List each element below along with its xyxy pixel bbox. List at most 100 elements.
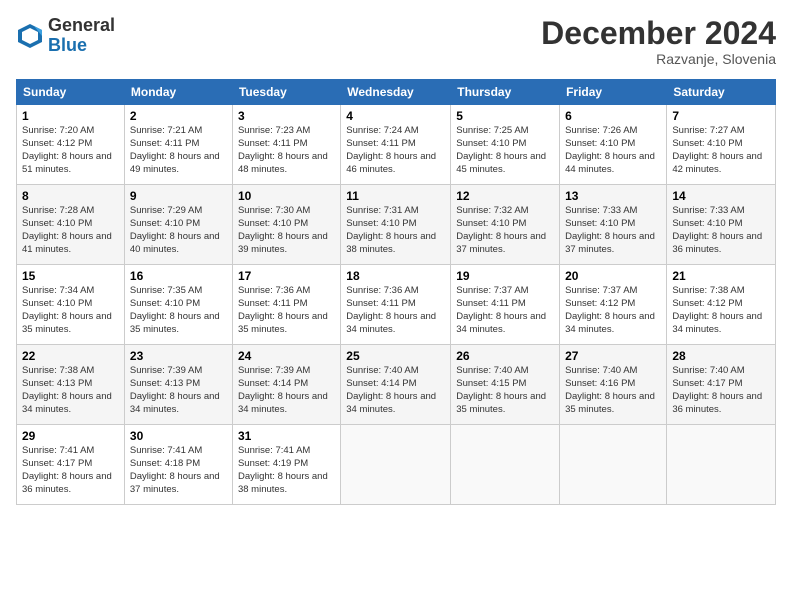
day-number: 21	[672, 269, 770, 283]
day-info: Sunrise: 7:20 AMSunset: 4:12 PMDaylight:…	[22, 125, 119, 176]
day-number: 18	[346, 269, 445, 283]
day-cell-25: 25Sunrise: 7:40 AMSunset: 4:14 PMDayligh…	[341, 345, 451, 425]
day-cell-16: 16Sunrise: 7:35 AMSunset: 4:10 PMDayligh…	[124, 265, 232, 345]
day-number: 29	[22, 429, 119, 443]
day-info: Sunrise: 7:40 AMSunset: 4:15 PMDaylight:…	[456, 365, 554, 416]
weekday-header-sunday: Sunday	[17, 80, 125, 105]
day-info: Sunrise: 7:36 AMSunset: 4:11 PMDaylight:…	[238, 285, 335, 336]
day-number: 20	[565, 269, 661, 283]
day-info: Sunrise: 7:40 AMSunset: 4:14 PMDaylight:…	[346, 365, 445, 416]
location: Razvanje, Slovenia	[541, 51, 776, 67]
calendar-week-row: 22Sunrise: 7:38 AMSunset: 4:13 PMDayligh…	[17, 345, 776, 425]
day-number: 15	[22, 269, 119, 283]
day-number: 8	[22, 189, 119, 203]
day-number: 2	[130, 109, 227, 123]
calendar-table: SundayMondayTuesdayWednesdayThursdayFrid…	[16, 79, 776, 505]
day-cell-12: 12Sunrise: 7:32 AMSunset: 4:10 PMDayligh…	[451, 185, 560, 265]
logo: General Blue	[16, 16, 115, 56]
day-info: Sunrise: 7:23 AMSunset: 4:11 PMDaylight:…	[238, 125, 335, 176]
day-number: 1	[22, 109, 119, 123]
day-cell-22: 22Sunrise: 7:38 AMSunset: 4:13 PMDayligh…	[17, 345, 125, 425]
day-cell-26: 26 Sunrise: 7:40 AMSunset: 4:15 PMDayligh…	[451, 345, 560, 425]
day-number: 28	[672, 349, 770, 363]
calendar-week-row: 8 Sunrise: 7:28 AMSunset: 4:10 PMDaylight…	[17, 185, 776, 265]
empty-day-cell	[451, 425, 560, 505]
day-info: Sunrise: 7:39 AMSunset: 4:13 PMDaylight:…	[130, 365, 227, 416]
day-cell-28: 28Sunrise: 7:40 AMSunset: 4:17 PMDayligh…	[667, 345, 776, 425]
day-info: Sunrise: 7:41 AMSunset: 4:19 PMDaylight:…	[238, 445, 335, 496]
day-number: 23	[130, 349, 227, 363]
day-cell-23: 23 Sunrise: 7:39 AMSunset: 4:13 PMDayligh…	[124, 345, 232, 425]
weekday-header-row: SundayMondayTuesdayWednesdayThursdayFrid…	[17, 80, 776, 105]
day-cell-4: 4Sunrise: 7:24 AMSunset: 4:11 PMDaylight…	[341, 105, 451, 185]
day-cell-20: 20 Sunrise: 7:37 AMSunset: 4:12 PMDayligh…	[560, 265, 667, 345]
day-cell-19: 19 Sunrise: 7:37 AMSunset: 4:11 PMDayligh…	[451, 265, 560, 345]
day-number: 27	[565, 349, 661, 363]
logo-blue: Blue	[48, 35, 87, 55]
day-info: Sunrise: 7:33 AMSunset: 4:10 PMDaylight:…	[565, 205, 661, 256]
day-number: 14	[672, 189, 770, 203]
day-cell-2: 2 Sunrise: 7:21 AMSunset: 4:11 PMDaylight…	[124, 105, 232, 185]
day-number: 12	[456, 189, 554, 203]
day-info: Sunrise: 7:36 AMSunset: 4:11 PMDaylight:…	[346, 285, 445, 336]
day-cell-14: 14Sunrise: 7:33 AMSunset: 4:10 PMDayligh…	[667, 185, 776, 265]
day-cell-21: 21 Sunrise: 7:38 AMSunset: 4:12 PMDayligh…	[667, 265, 776, 345]
calendar-week-row: 1 Sunrise: 7:20 AMSunset: 4:12 PMDaylight…	[17, 105, 776, 185]
day-number: 11	[346, 189, 445, 203]
weekday-header-thursday: Thursday	[451, 80, 560, 105]
logo-icon	[16, 22, 44, 50]
day-number: 31	[238, 429, 335, 443]
day-info: Sunrise: 7:21 AMSunset: 4:11 PMDaylight:…	[130, 125, 227, 176]
empty-day-cell	[667, 425, 776, 505]
day-cell-5: 5Sunrise: 7:25 AMSunset: 4:10 PMDaylight…	[451, 105, 560, 185]
day-cell-24: 24 Sunrise: 7:39 AMSunset: 4:14 PMDayligh…	[232, 345, 340, 425]
day-info: Sunrise: 7:39 AMSunset: 4:14 PMDaylight:…	[238, 365, 335, 416]
day-info: Sunrise: 7:29 AMSunset: 4:10 PMDaylight:…	[130, 205, 227, 256]
day-number: 19	[456, 269, 554, 283]
day-number: 9	[130, 189, 227, 203]
day-cell-15: 15 Sunrise: 7:34 AMSunset: 4:10 PMDayligh…	[17, 265, 125, 345]
day-cell-29: 29Sunrise: 7:41 AMSunset: 4:17 PMDayligh…	[17, 425, 125, 505]
day-cell-18: 18 Sunrise: 7:36 AMSunset: 4:11 PMDayligh…	[341, 265, 451, 345]
day-info: Sunrise: 7:37 AMSunset: 4:11 PMDaylight:…	[456, 285, 554, 336]
empty-day-cell	[341, 425, 451, 505]
day-cell-30: 30Sunrise: 7:41 AMSunset: 4:18 PMDayligh…	[124, 425, 232, 505]
day-info: Sunrise: 7:38 AMSunset: 4:13 PMDaylight:…	[22, 365, 119, 416]
day-info: Sunrise: 7:24 AMSunset: 4:11 PMDaylight:…	[346, 125, 445, 176]
day-info: Sunrise: 7:27 AMSunset: 4:10 PMDaylight:…	[672, 125, 770, 176]
day-cell-9: 9 Sunrise: 7:29 AMSunset: 4:10 PMDaylight…	[124, 185, 232, 265]
day-number: 24	[238, 349, 335, 363]
page-header: General Blue December 2024 Razvanje, Slo…	[16, 16, 776, 67]
logo-general: General	[48, 15, 115, 35]
logo-text: General Blue	[48, 16, 115, 56]
day-cell-31: 31 Sunrise: 7:41 AMSunset: 4:19 PMDayligh…	[232, 425, 340, 505]
day-info: Sunrise: 7:38 AMSunset: 4:12 PMDaylight:…	[672, 285, 770, 336]
day-number: 7	[672, 109, 770, 123]
day-cell-7: 7 Sunrise: 7:27 AMSunset: 4:10 PMDaylight…	[667, 105, 776, 185]
day-number: 26	[456, 349, 554, 363]
day-info: Sunrise: 7:40 AMSunset: 4:16 PMDaylight:…	[565, 365, 661, 416]
day-cell-27: 27 Sunrise: 7:40 AMSunset: 4:16 PMDayligh…	[560, 345, 667, 425]
day-number: 3	[238, 109, 335, 123]
empty-day-cell	[560, 425, 667, 505]
day-info: Sunrise: 7:37 AMSunset: 4:12 PMDaylight:…	[565, 285, 661, 336]
weekday-header-tuesday: Tuesday	[232, 80, 340, 105]
calendar-week-row: 15 Sunrise: 7:34 AMSunset: 4:10 PMDayligh…	[17, 265, 776, 345]
day-info: Sunrise: 7:28 AMSunset: 4:10 PMDaylight:…	[22, 205, 119, 256]
day-info: Sunrise: 7:25 AMSunset: 4:10 PMDaylight:…	[456, 125, 554, 176]
weekday-header-saturday: Saturday	[667, 80, 776, 105]
day-number: 30	[130, 429, 227, 443]
calendar-week-row: 29Sunrise: 7:41 AMSunset: 4:17 PMDayligh…	[17, 425, 776, 505]
day-cell-13: 13Sunrise: 7:33 AMSunset: 4:10 PMDayligh…	[560, 185, 667, 265]
day-info: Sunrise: 7:26 AMSunset: 4:10 PMDaylight:…	[565, 125, 661, 176]
day-number: 10	[238, 189, 335, 203]
day-cell-10: 10Sunrise: 7:30 AMSunset: 4:10 PMDayligh…	[232, 185, 340, 265]
day-info: Sunrise: 7:35 AMSunset: 4:10 PMDaylight:…	[130, 285, 227, 336]
day-number: 6	[565, 109, 661, 123]
day-cell-8: 8 Sunrise: 7:28 AMSunset: 4:10 PMDaylight…	[17, 185, 125, 265]
weekday-header-wednesday: Wednesday	[341, 80, 451, 105]
day-cell-17: 17Sunrise: 7:36 AMSunset: 4:11 PMDayligh…	[232, 265, 340, 345]
month-title: December 2024	[541, 16, 776, 51]
day-info: Sunrise: 7:31 AMSunset: 4:10 PMDaylight:…	[346, 205, 445, 256]
day-info: Sunrise: 7:34 AMSunset: 4:10 PMDaylight:…	[22, 285, 119, 336]
